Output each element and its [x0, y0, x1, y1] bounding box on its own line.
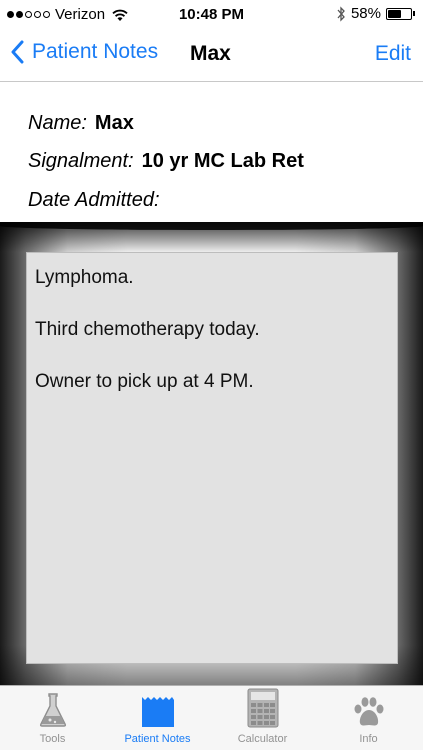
battery-icon — [386, 7, 412, 20]
tab-label: Calculator — [237, 733, 288, 745]
tab-icon-wrap — [0, 690, 105, 728]
date-admitted-row: Date Admitted: — [28, 189, 168, 212]
battery-percent: 58% — [350, 5, 381, 22]
tab-label: Tools — [39, 733, 66, 745]
bluetooth-icon — [337, 5, 345, 22]
flask-icon — [39, 693, 66, 727]
signalment-row: Signalment: 10 yr MC Lab Ret — [28, 150, 304, 173]
edit-button[interactable]: Edit — [375, 42, 411, 66]
paw-icon — [354, 697, 383, 726]
header-divider — [0, 222, 423, 230]
tab-tools[interactable]: Tools — [0, 690, 105, 745]
battery-tip — [413, 11, 415, 16]
signalment-value: 10 yr MC Lab Ret — [141, 150, 304, 172]
calculator-icon — [247, 688, 278, 728]
tab-bar: Tools Patient Notes Calculator Info — [0, 685, 423, 750]
tab-label: Patient Notes — [124, 733, 191, 745]
notepad-icon — [141, 697, 174, 727]
status-right: 58% — [336, 5, 415, 22]
note-line: Owner to pick up at 4 PM. — [35, 371, 254, 392]
note-line: Lymphoma. — [35, 267, 134, 288]
tab-icon-wrap — [316, 690, 421, 728]
page-title: Max — [190, 42, 231, 65]
chevron-left-icon — [11, 40, 24, 64]
date-admitted-label: Date Admitted: — [28, 189, 160, 211]
notes-text-area[interactable]: Lymphoma. Third chemotherapy today. Owne… — [26, 252, 398, 664]
name-label: Name: — [28, 112, 87, 134]
navigation-bar: Patient Notes Max Edit — [0, 30, 423, 82]
back-button-label: Patient Notes — [32, 40, 159, 63]
tab-icon-wrap — [210, 688, 315, 728]
tab-icon-wrap — [105, 690, 210, 728]
tab-info[interactable]: Info — [316, 690, 421, 745]
status-bar: Verizon 10:48 PM 58% — [0, 0, 423, 30]
tab-label: Info — [359, 733, 378, 745]
tab-calculator[interactable]: Calculator — [210, 688, 315, 745]
note-line: Third chemotherapy today. — [35, 319, 260, 340]
tab-patient-notes[interactable]: Patient Notes — [105, 690, 210, 745]
name-value: Max — [94, 112, 134, 134]
back-button[interactable]: Patient Notes — [10, 40, 158, 64]
signalment-label: Signalment: — [28, 150, 134, 172]
name-row: Name: Max — [28, 112, 134, 135]
battery-fill — [388, 9, 401, 18]
